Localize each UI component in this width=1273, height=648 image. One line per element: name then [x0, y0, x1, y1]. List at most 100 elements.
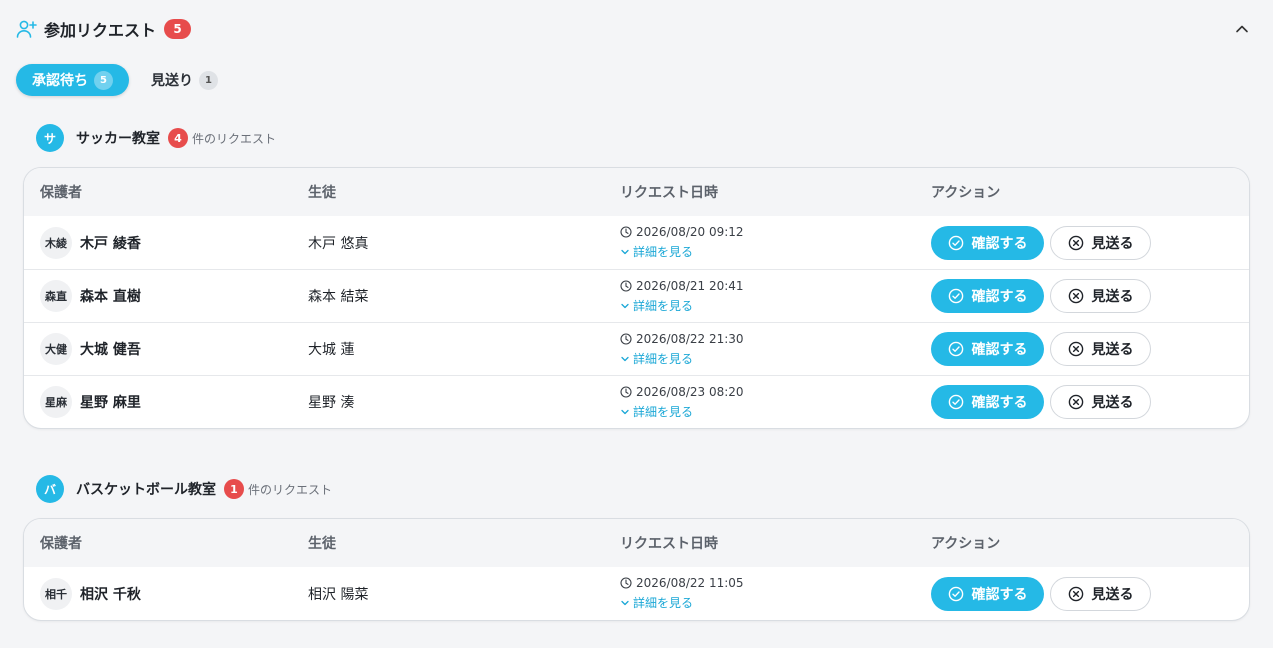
request-table: 保護者 生徒 リクエスト日時 アクション 木綾 木戸 綾香 木戸 悠真 2026…: [23, 167, 1250, 429]
request-date-text: 2026/08/21 20:41: [636, 279, 744, 293]
student-name: 大城 蓮: [308, 342, 355, 358]
skip-button[interactable]: 見送る: [1050, 279, 1151, 313]
group-avatar: バ: [36, 475, 64, 503]
request-date: 2026/08/22 21:30: [620, 332, 744, 346]
detail-link[interactable]: 詳細を見る: [620, 594, 744, 611]
collapse-button[interactable]: [1231, 18, 1253, 40]
column-header-student: 生徒: [308, 185, 336, 201]
guardian-cell: 大健 大城 健吾: [40, 323, 141, 375]
check-circle-icon: [948, 394, 963, 410]
skip-button-label: 見送る: [1091, 395, 1134, 411]
date-cell: 2026/08/23 08:20 詳細を見る: [620, 385, 744, 420]
confirm-button[interactable]: 確認する: [931, 576, 1044, 611]
tab-label: 承認待ち: [32, 73, 88, 89]
confirm-button[interactable]: 確認する: [931, 385, 1044, 419]
skip-button[interactable]: 見送る: [1050, 576, 1151, 611]
table-body: 木綾 木戸 綾香 木戸 悠真 2026/08/20 09:12 詳細を見る 確認…: [24, 216, 1249, 428]
section-header: 参加リクエスト 5: [16, 16, 1257, 42]
detail-link-label: 詳細を見る: [633, 405, 694, 419]
date-cell: 2026/08/22 11:05 詳細を見る: [620, 576, 744, 611]
request-date-text: 2026/08/22 11:05: [636, 576, 744, 590]
confirm-button-label: 確認する: [971, 289, 1028, 305]
column-header-guardian: 保護者: [40, 536, 82, 552]
guardian-name: 相沢 千秋: [80, 586, 141, 603]
detail-link-label: 詳細を見る: [633, 245, 694, 259]
clock-icon: [620, 280, 632, 292]
group-count-badge: 4: [168, 128, 188, 148]
confirm-button[interactable]: 確認する: [931, 332, 1044, 366]
confirm-button[interactable]: 確認する: [931, 225, 1044, 260]
check-circle-icon: [948, 235, 963, 250]
group-header: バ バスケットボール教室 1 件のリクエスト: [36, 475, 332, 503]
clock-icon: [620, 386, 632, 398]
clock-icon: [620, 577, 632, 589]
confirm-button-label: 確認する: [971, 586, 1028, 603]
column-header-action: アクション: [931, 185, 1001, 201]
group-header: サ サッカー教室 4 件のリクエスト: [36, 124, 276, 152]
student-name: 森本 結菜: [308, 289, 369, 305]
column-header-guardian: 保護者: [40, 185, 82, 201]
action-cell: 確認する 見送る: [931, 270, 1151, 322]
guardian-name: 大城 健吾: [80, 342, 141, 358]
action-cell: 確認する 見送る: [931, 216, 1151, 269]
date-cell: 2026/08/20 09:12 詳細を見る: [620, 225, 744, 260]
table-header: 保護者 生徒 リクエスト日時 アクション: [24, 519, 1249, 567]
date-cell: 2026/08/21 20:41 詳細を見る: [620, 279, 744, 314]
skip-button-label: 見送る: [1091, 235, 1134, 252]
student-name: 木戸 悠真: [308, 235, 369, 252]
tab-pending[interactable]: 承認待ち 5: [16, 64, 129, 96]
tab-label: 見送り: [151, 73, 193, 89]
chevron-down-icon: [621, 600, 629, 605]
close-circle-icon: [1068, 586, 1083, 601]
request-date-text: 2026/08/22 21:30: [636, 332, 744, 346]
table-row: 大健 大城 健吾 大城 蓮 2026/08/22 21:30 詳細を見る 確認す…: [24, 322, 1249, 375]
avatar: 森直: [40, 280, 72, 312]
table-header: 保護者 生徒 リクエスト日時 アクション: [24, 168, 1249, 216]
guardian-cell: 木綾 木戸 綾香: [40, 216, 141, 269]
detail-link[interactable]: 詳細を見る: [620, 350, 744, 367]
request-date: 2026/08/23 08:20: [620, 385, 744, 399]
guardian-cell: 星麻 星野 麻里: [40, 376, 141, 428]
tab-declined[interactable]: 見送り 1: [135, 64, 234, 96]
table-row: 相千 相沢 千秋 相沢 陽菜 2026/08/22 11:05 詳細を見る 確認…: [24, 567, 1249, 620]
chevron-down-icon: [621, 303, 629, 308]
detail-link[interactable]: 詳細を見る: [620, 243, 744, 260]
detail-link[interactable]: 詳細を見る: [620, 403, 744, 420]
request-count-badge: 5: [164, 19, 192, 39]
column-header-date: リクエスト日時: [620, 185, 718, 201]
close-circle-icon: [1068, 235, 1083, 250]
confirm-button[interactable]: 確認する: [931, 279, 1044, 313]
confirm-button-label: 確認する: [971, 235, 1028, 252]
skip-button-label: 見送る: [1091, 586, 1134, 603]
chevron-down-icon: [621, 249, 629, 254]
detail-link-label: 詳細を見る: [633, 596, 694, 610]
request-date: 2026/08/22 11:05: [620, 576, 744, 590]
student-name: 相沢 陽菜: [308, 586, 369, 603]
page-title: 参加リクエスト: [44, 21, 157, 40]
skip-button[interactable]: 見送る: [1050, 225, 1151, 260]
action-cell: 確認する 見送る: [931, 376, 1151, 428]
request-date: 2026/08/21 20:41: [620, 279, 744, 293]
action-cell: 確認する 見送る: [931, 567, 1151, 620]
table-row: 木綾 木戸 綾香 木戸 悠真 2026/08/20 09:12 詳細を見る 確認…: [24, 216, 1249, 269]
request-date-text: 2026/08/23 08:20: [636, 385, 744, 399]
guardian-name: 星野 麻里: [80, 395, 141, 411]
chevron-up-icon: [1236, 25, 1248, 33]
group-count-suffix: 件のリクエスト: [192, 131, 277, 146]
status-tabs: 承認待ち 5 見送り 1: [16, 64, 234, 96]
detail-link[interactable]: 詳細を見る: [620, 297, 744, 314]
skip-button[interactable]: 見送る: [1050, 385, 1151, 419]
group-avatar: サ: [36, 124, 64, 152]
check-circle-icon: [948, 341, 963, 357]
skip-button[interactable]: 見送る: [1050, 332, 1151, 366]
table-row: 星麻 星野 麻里 星野 湊 2026/08/23 08:20 詳細を見る 確認す…: [24, 375, 1249, 428]
group-count-badge: 1: [224, 479, 244, 499]
chevron-down-icon: [621, 356, 629, 361]
skip-button-label: 見送る: [1091, 342, 1134, 358]
close-circle-icon: [1068, 394, 1083, 410]
guardian-cell: 相千 相沢 千秋: [40, 567, 141, 620]
group-count-suffix: 件のリクエスト: [248, 482, 333, 497]
column-header-date: リクエスト日時: [620, 536, 718, 552]
column-header-student: 生徒: [308, 536, 336, 552]
detail-link-label: 詳細を見る: [633, 352, 694, 366]
